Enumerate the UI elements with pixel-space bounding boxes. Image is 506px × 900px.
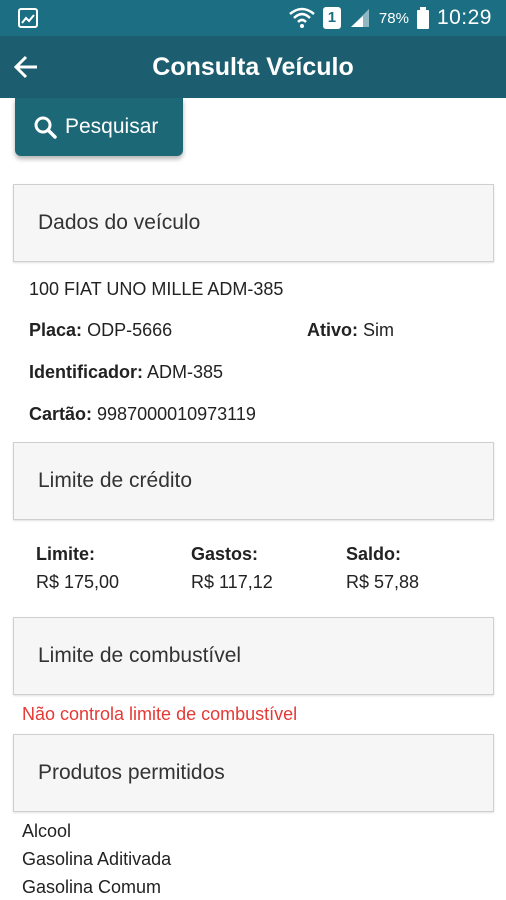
limit-label: Limite:	[36, 544, 96, 564]
list-item: Gasolina Comum	[22, 877, 162, 897]
status-icons: 1 78% 10:29	[289, 4, 492, 32]
signal-icon	[350, 9, 369, 27]
card-label: Cartão:	[29, 404, 93, 424]
wifi-icon	[289, 7, 315, 28]
plate-row: Placa: ODP-5666	[29, 320, 172, 341]
identifier-row: Identificador: ADM-385	[29, 362, 223, 383]
vehicle-section-header: Dados do veículo	[13, 184, 494, 262]
balance-label: Saldo:	[346, 544, 402, 564]
list-item: Alcool	[22, 821, 72, 841]
identifier-value: ADM-385	[147, 362, 224, 382]
fuel-section-title: Limite de combustível	[38, 644, 242, 667]
credit-section-header: Limite de crédito	[13, 442, 494, 520]
active-value: Sim	[363, 320, 395, 340]
active-label: Ativo:	[307, 320, 358, 340]
card-row: Cartão: 9987000010973119	[29, 404, 256, 425]
identifier-label: Identificador:	[29, 362, 144, 382]
battery-icon	[416, 7, 429, 29]
fuel-limit-message: Não controla limite de combustível	[22, 704, 298, 724]
limit-value: R$ 175,00	[36, 572, 120, 592]
products-section-title: Produtos permitidos	[38, 761, 225, 784]
page-title: Consulta Veículo	[152, 53, 354, 81]
plate-value: ODP-5666	[87, 320, 173, 340]
app-bar: Consulta Veículo	[0, 36, 506, 98]
status-bar: 1 78% 10:29	[0, 0, 506, 36]
credit-section-title: Limite de crédito	[38, 469, 193, 492]
active-row: Ativo: Sim	[307, 320, 394, 341]
battery-percent: 78%	[378, 9, 409, 27]
spent-value: R$ 117,12	[191, 572, 273, 592]
search-button-label: Pesquisar	[65, 115, 159, 138]
vehicle-section-title: Dados do veículo	[38, 211, 201, 234]
gallery-notification-icon	[18, 8, 38, 28]
card-value: 9987000010973119	[97, 404, 256, 424]
clock: 10:29	[436, 6, 492, 29]
vehicle-description: 100 FIAT UNO MILLE ADM-385	[29, 279, 284, 299]
products-section-header: Produtos permitidos	[13, 734, 494, 812]
fuel-section-header: Limite de combustível	[13, 617, 494, 695]
search-icon	[34, 116, 57, 139]
search-button[interactable]: Pesquisar	[15, 98, 183, 156]
plate-label: Placa:	[29, 320, 83, 340]
spent-label: Gastos:	[191, 544, 259, 564]
list-item: Gasolina Aditivada	[22, 849, 172, 869]
balance-value: R$ 57,88	[346, 572, 420, 592]
sim-badge: 1	[322, 7, 341, 29]
